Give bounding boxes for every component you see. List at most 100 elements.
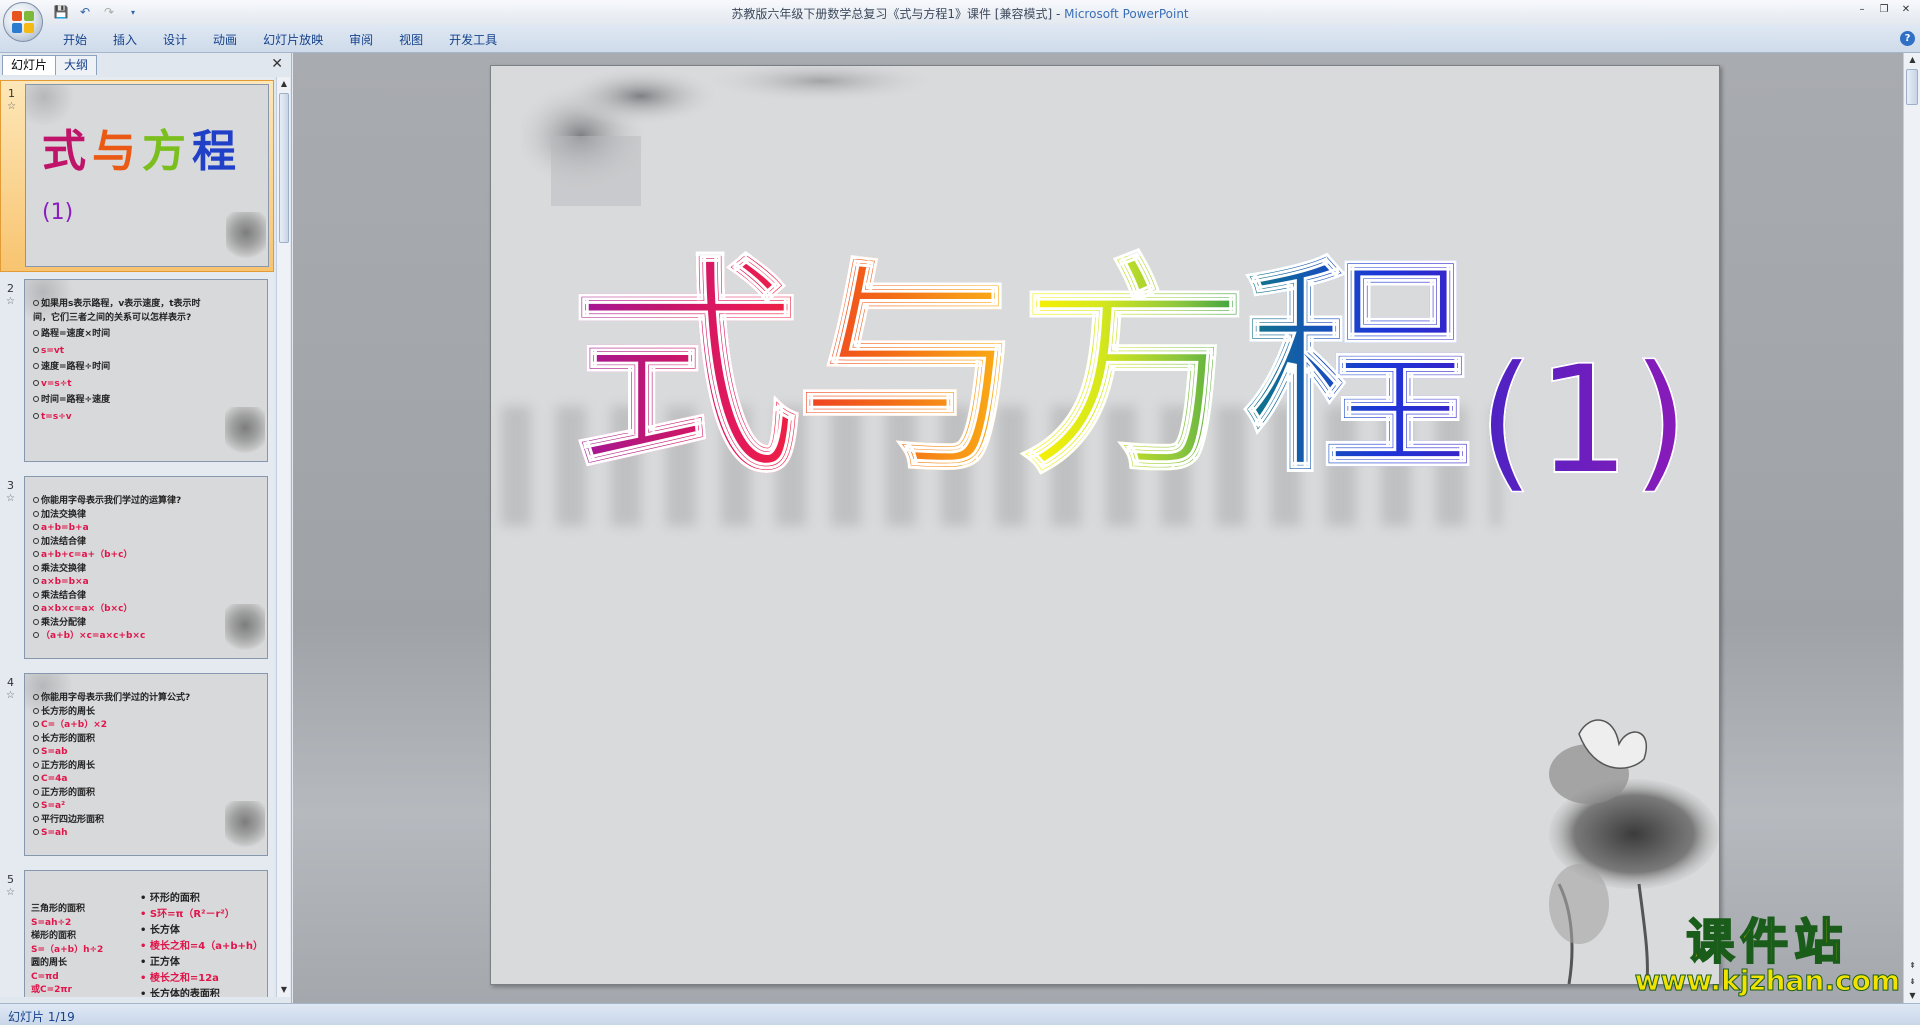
restore-button[interactable]: ❐ xyxy=(1874,2,1894,18)
text-line: v=s÷t xyxy=(33,378,261,392)
text-line: C=（a+b）×2 xyxy=(33,719,261,733)
animation-star-icon: ☆ xyxy=(6,887,15,898)
slide-counter: 幻灯片 1/19 xyxy=(8,1010,75,1024)
text-line: • 长方体的表面积 xyxy=(140,989,220,997)
title-char: 与 xyxy=(794,237,1027,504)
scrollbar-thumb[interactable] xyxy=(1906,69,1918,105)
editor-scrollbar[interactable]: ▲ ⇞ ⇟ ▼ xyxy=(1903,53,1920,1003)
tab-insert[interactable]: 插入 xyxy=(100,30,150,50)
text-line: 正方形的周长 xyxy=(33,760,261,774)
animation-star-icon: ☆ xyxy=(6,296,15,307)
text-line: 加法结合律 xyxy=(33,536,261,550)
watermark-logo: 课件站 xyxy=(1685,913,1849,970)
slide-thumbnail-5[interactable]: 5 ☆ 三角形的面积 S=ah÷2 梯形的面积 S=（a+b）h÷2 圆的周长 … xyxy=(0,867,274,997)
scrollbar-thumb[interactable] xyxy=(279,93,289,243)
ink-cloud-icon xyxy=(521,66,941,206)
text-line: a×b=b×a xyxy=(33,576,261,590)
slide-preview: 三角形的面积 S=ah÷2 梯形的面积 S=（a+b）h÷2 圆的周长 C=πd… xyxy=(24,870,268,997)
window-title: 苏教版六年级下册数学总复习《式与方程1》课件 [兼容模式] - Microsof… xyxy=(0,5,1920,22)
text-line: • 环形的面积 xyxy=(140,893,200,904)
text-line: 你能用字母表示我们学过的运算律? xyxy=(33,495,261,509)
text-line: • 长方体 xyxy=(140,925,180,936)
tab-home[interactable]: 开始 xyxy=(50,30,100,50)
slide-preview: 你能用字母表示我们学过的运算律? 加法交换律 a+b=b+a 加法结合律 a+b… xyxy=(24,476,268,659)
close-button[interactable]: ✕ xyxy=(1896,2,1916,18)
text-line: a+b=b+a xyxy=(33,522,261,536)
text-line: 乘法交换律 xyxy=(33,563,261,577)
previous-slide-icon[interactable]: ⇞ xyxy=(1904,959,1920,973)
text-line: 间，它们三者之间的关系可以怎样表示? xyxy=(33,312,192,323)
mini-char: 与 xyxy=(92,126,142,177)
slide-title: 式 与 方 程 (1) xyxy=(569,226,1690,504)
title-char: 方 xyxy=(1018,237,1251,504)
title-subtitle: (1) xyxy=(1476,334,1690,508)
slide-thumbnail-4[interactable]: 4 ☆ 你能用字母表示我们学过的计算公式? 长方形的周长 C=（a+b）×2 长… xyxy=(0,670,274,862)
animation-star-icon: ☆ xyxy=(6,690,15,701)
next-slide-icon[interactable]: ⇟ xyxy=(1904,975,1920,989)
text-line: s=vt xyxy=(33,345,261,359)
mini-char: 程 xyxy=(192,126,242,177)
text-line: S=（a+b）h÷2 xyxy=(31,944,104,955)
watermark-url: www.kjzhan.com xyxy=(1634,963,1900,997)
text-line: • 棱长之和=4（a+b+h） xyxy=(140,941,263,952)
slide-number: 5 xyxy=(7,873,14,886)
slide-text: 如果用s表示路程，v表示速度，t表示时 间，它们三者之间的关系可以怎样表示? 路… xyxy=(33,298,261,424)
tab-animations[interactable]: 动画 xyxy=(200,30,250,50)
tab-slideshow[interactable]: 幻灯片放映 xyxy=(250,30,336,50)
slide-preview: 式与方程 (1) xyxy=(25,84,269,267)
close-icon[interactable]: ✕ xyxy=(271,56,283,72)
window-controls: – ❐ ✕ xyxy=(1852,2,1916,18)
text-line: S=ah÷2 xyxy=(31,917,72,928)
app-name: Microsoft PowerPoint xyxy=(1064,7,1189,21)
text-line: 你能用字母表示我们学过的计算公式? xyxy=(33,692,261,706)
minimize-button[interactable]: – xyxy=(1852,2,1872,18)
text-line: 或C=2πr xyxy=(31,985,72,995)
tab-design[interactable]: 设计 xyxy=(150,30,200,50)
ribbon-tabs: 开始 插入 设计 动画 幻灯片放映 审阅 视图 开发工具 xyxy=(50,30,510,50)
panel-tabs: 幻灯片 大纲 xyxy=(2,55,98,75)
text-line: 速度=路程÷时间 xyxy=(33,361,261,375)
slide-thumbnails: 1 ☆ 式与方程 (1) 2 ☆ 如果用s表示路程，v表示速度，t表示时 间，它们… xyxy=(0,77,274,997)
animation-star-icon: ☆ xyxy=(6,493,15,504)
animation-star-icon: ☆ xyxy=(7,101,16,112)
title-bar: 💾 ↶ ↷ ▾ 苏教版六年级下册数学总复习《式与方程1》课件 [兼容模式] - … xyxy=(0,0,1920,42)
status-bar: 幻灯片 1/19 xyxy=(0,1003,1920,1025)
tab-slides[interactable]: 幻灯片 xyxy=(2,55,57,75)
text-line: • 棱长之和=12a xyxy=(140,973,219,984)
text-line: 长方形的面积 xyxy=(33,733,261,747)
tab-developer[interactable]: 开发工具 xyxy=(436,30,510,50)
office-logo-icon xyxy=(12,11,34,33)
slide-thumbnail-2[interactable]: 2 ☆ 如果用s表示路程，v表示速度，t表示时 间，它们三者之间的关系可以怎样表… xyxy=(0,276,274,468)
slide-preview: 如果用s表示路程，v表示速度，t表示时 间，它们三者之间的关系可以怎样表示? 路… xyxy=(24,279,268,462)
text-line: 如果用s表示路程，v表示速度，t表示时 xyxy=(33,298,261,312)
lotus-icon xyxy=(225,407,265,459)
tab-outline[interactable]: 大纲 xyxy=(55,55,98,75)
office-button[interactable] xyxy=(3,2,43,42)
text-line: • 正方体 xyxy=(140,957,180,968)
help-icon[interactable]: ? xyxy=(1900,31,1915,46)
slide-number: 1 xyxy=(8,87,15,100)
scroll-up-icon[interactable]: ▲ xyxy=(1904,53,1920,67)
text-line: C=4a xyxy=(33,773,261,787)
text-line: • S环=π（R²－r²） xyxy=(140,909,235,920)
slide-thumbnail-1[interactable]: 1 ☆ 式与方程 (1) xyxy=(0,80,274,272)
text-line: 圆的周长 xyxy=(31,958,68,968)
slide-number: 3 xyxy=(7,479,14,492)
scroll-down-icon[interactable]: ▼ xyxy=(1904,989,1920,1003)
thumbnails-scrollbar[interactable]: ▲ ▼ xyxy=(276,77,290,997)
text-line: 路程=速度×时间 xyxy=(33,328,261,342)
mini-sub: (1) xyxy=(42,200,74,225)
lotus-icon xyxy=(225,604,265,656)
slide-number: 2 xyxy=(7,282,14,295)
slide-canvas[interactable]: 式 与 方 程 (1) xyxy=(490,65,1720,985)
slide-number: 4 xyxy=(7,676,14,689)
slide-thumbnail-3[interactable]: 3 ☆ 你能用字母表示我们学过的运算律? 加法交换律 a+b=b+a 加法结合律… xyxy=(0,473,274,665)
slide-preview: 你能用字母表示我们学过的计算公式? 长方形的周长 C=（a+b）×2 长方形的面… xyxy=(24,673,268,856)
scroll-up-icon[interactable]: ▲ xyxy=(277,77,291,91)
text-line: 正方形的面积 xyxy=(33,787,261,801)
tab-view[interactable]: 视图 xyxy=(386,30,436,50)
title-char: 式 xyxy=(569,237,802,504)
scroll-down-icon[interactable]: ▼ xyxy=(277,983,291,997)
site-watermark: 课件站 www.kjzhan.com xyxy=(1634,913,1900,997)
tab-review[interactable]: 审阅 xyxy=(336,30,386,50)
